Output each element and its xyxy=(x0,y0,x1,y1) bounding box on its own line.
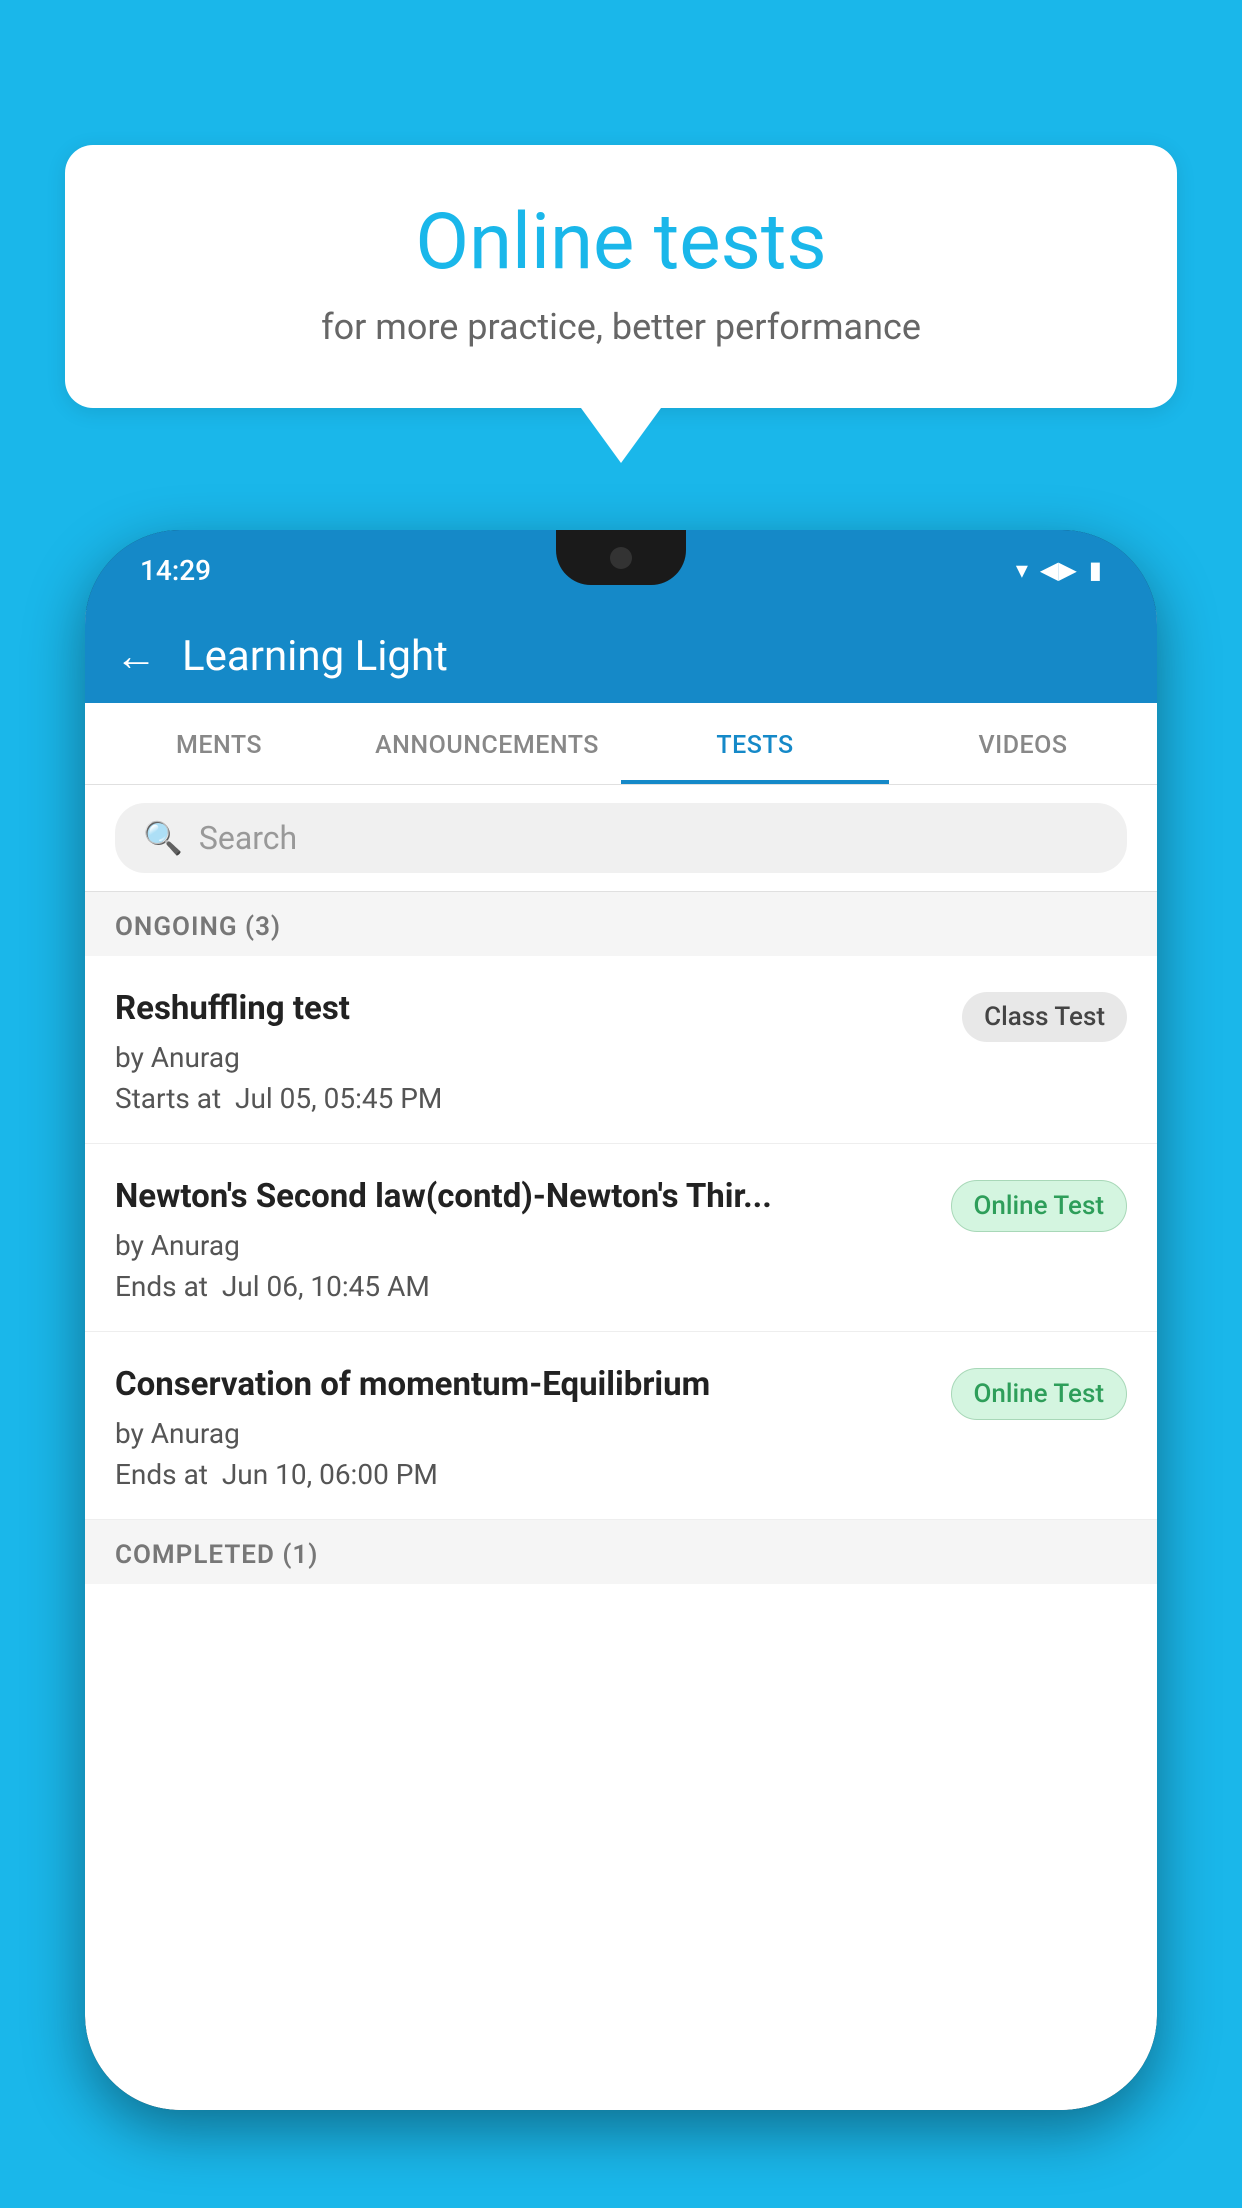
camera-dot xyxy=(610,547,632,569)
completed-section-header: COMPLETED (1) xyxy=(85,1520,1157,1584)
status-time: 14:29 xyxy=(140,554,211,587)
test-time-3: Ends at Jun 10, 06:00 PM xyxy=(115,1458,931,1491)
app-header: ← Learning Light xyxy=(85,610,1157,703)
ongoing-section-header: ONGOING (3) xyxy=(85,892,1157,956)
test-info-3: Conservation of momentum-Equilibrium by … xyxy=(115,1364,951,1491)
tabs-bar: MENTS ANNOUNCEMENTS TESTS VIDEOS xyxy=(85,703,1157,785)
test-author-2: by Anurag xyxy=(115,1229,931,1262)
test-item-2[interactable]: Newton's Second law(contd)-Newton's Thir… xyxy=(85,1144,1157,1332)
phone-wrapper: 14:29 ▾ ◀▶ ▮ ← Learning Light MENTS ANNO… xyxy=(85,530,1157,2208)
app-title: Learning Light xyxy=(182,632,448,681)
phone-frame: 14:29 ▾ ◀▶ ▮ ← Learning Light MENTS ANNO… xyxy=(85,530,1157,2110)
test-info-2: Newton's Second law(contd)-Newton's Thir… xyxy=(115,1176,951,1303)
tab-videos[interactable]: VIDEOS xyxy=(889,703,1157,784)
speech-bubble: Online tests for more practice, better p… xyxy=(65,145,1177,408)
test-item-1[interactable]: Reshuffling test by Anurag Starts at Jul… xyxy=(85,956,1157,1144)
back-button[interactable]: ← xyxy=(115,632,157,681)
test-author-1: by Anurag xyxy=(115,1041,942,1074)
speech-bubble-wrapper: Online tests for more practice, better p… xyxy=(65,145,1177,463)
wifi-icon: ▾ xyxy=(1016,556,1028,584)
test-list: Reshuffling test by Anurag Starts at Jul… xyxy=(85,956,1157,2110)
bubble-title: Online tests xyxy=(125,200,1117,286)
test-author-3: by Anurag xyxy=(115,1417,931,1450)
test-badge-1: Class Test xyxy=(962,992,1127,1042)
phone-screen: ← Learning Light MENTS ANNOUNCEMENTS TES… xyxy=(85,610,1157,2110)
search-icon: 🔍 xyxy=(143,819,183,857)
test-item-3[interactable]: Conservation of momentum-Equilibrium by … xyxy=(85,1332,1157,1520)
test-badge-3: Online Test xyxy=(951,1368,1128,1420)
bubble-subtitle: for more practice, better performance xyxy=(125,306,1117,348)
completed-label: COMPLETED (1) xyxy=(115,1540,318,1570)
test-time-1: Starts at Jul 05, 05:45 PM xyxy=(115,1082,942,1115)
search-placeholder: Search xyxy=(199,819,297,857)
search-container: 🔍 Search xyxy=(85,785,1157,892)
test-name-2: Newton's Second law(contd)-Newton's Thir… xyxy=(115,1176,931,1219)
test-name-3: Conservation of momentum-Equilibrium xyxy=(115,1364,931,1407)
tab-tests[interactable]: TESTS xyxy=(621,703,889,784)
signal-icon: ◀▶ xyxy=(1040,556,1077,584)
test-time-2: Ends at Jul 06, 10:45 AM xyxy=(115,1270,931,1303)
test-name-1: Reshuffling test xyxy=(115,988,942,1031)
battery-icon: ▮ xyxy=(1089,556,1102,584)
search-box[interactable]: 🔍 Search xyxy=(115,803,1127,873)
status-icons: ▾ ◀▶ ▮ xyxy=(1016,556,1102,584)
phone-notch xyxy=(556,530,686,585)
tab-announcements[interactable]: ANNOUNCEMENTS xyxy=(353,703,621,784)
ongoing-label: ONGOING (3) xyxy=(115,912,281,942)
test-info-1: Reshuffling test by Anurag Starts at Jul… xyxy=(115,988,962,1115)
test-badge-2: Online Test xyxy=(951,1180,1128,1232)
tab-ments[interactable]: MENTS xyxy=(85,703,353,784)
status-bar: 14:29 ▾ ◀▶ ▮ xyxy=(85,530,1157,610)
bubble-arrow xyxy=(581,408,661,463)
